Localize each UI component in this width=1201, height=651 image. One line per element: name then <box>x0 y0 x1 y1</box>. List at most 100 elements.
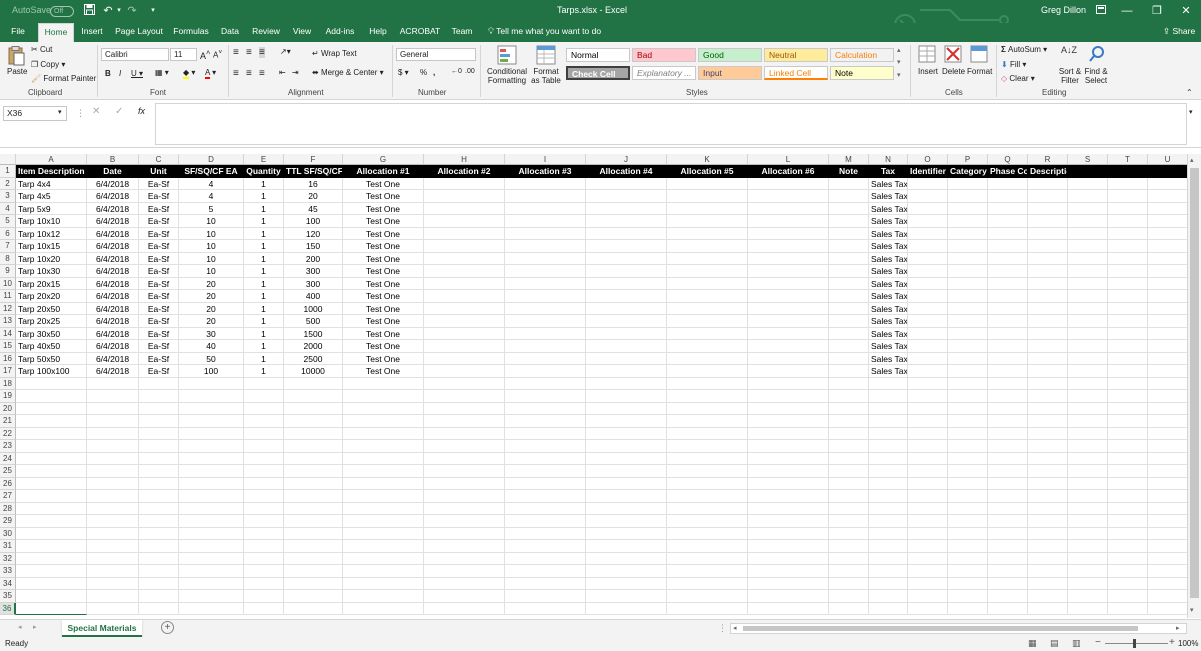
worksheet-grid[interactable]: A B C D E F G H I J K L M N O P Q R S T U 1 Item Description Da… <box>0 154 1187 618</box>
cell-m10[interactable] <box>829 277 869 290</box>
cell-f30[interactable] <box>284 527 343 540</box>
row-header-3[interactable]: 3 <box>0 190 16 203</box>
cell-g27[interactable] <box>343 490 424 503</box>
cell-i5[interactable] <box>505 215 586 228</box>
row-header-27[interactable]: 27 <box>0 490 16 503</box>
column-header-g[interactable]: G <box>343 154 424 165</box>
column-header-f[interactable]: F <box>284 154 343 165</box>
cell-a14[interactable]: Tarp 30x50 <box>16 327 87 340</box>
cell-g26[interactable] <box>343 477 424 490</box>
cell-a30[interactable] <box>16 527 87 540</box>
cell-m8[interactable] <box>829 252 869 265</box>
cell-f8[interactable]: 200 <box>284 252 343 265</box>
column-header-a[interactable]: A <box>16 154 87 165</box>
cell-q3[interactable] <box>988 190 1028 203</box>
tab-acrobat[interactable]: ACROBAT <box>398 23 442 42</box>
cell-o30[interactable] <box>908 527 948 540</box>
tab-view[interactable]: View <box>290 23 314 42</box>
cell-f6[interactable]: 120 <box>284 227 343 240</box>
cell-t29[interactable] <box>1108 515 1148 528</box>
cell-s19[interactable] <box>1068 390 1108 403</box>
row-header-20[interactable]: 20 <box>0 402 16 415</box>
cell-d8[interactable]: 10 <box>179 252 244 265</box>
cell-h15[interactable] <box>424 340 505 353</box>
cell-k12[interactable] <box>667 302 748 315</box>
cell-b33[interactable] <box>87 565 139 578</box>
cell-t6[interactable] <box>1108 227 1148 240</box>
cell-f2[interactable]: 16 <box>284 177 343 190</box>
cell-h28[interactable] <box>424 502 505 515</box>
cell-c10[interactable]: Ea-Sf <box>139 277 179 290</box>
cell-p32[interactable] <box>948 552 988 565</box>
cell-l14[interactable] <box>748 327 829 340</box>
cell-l34[interactable] <box>748 577 829 590</box>
cell-m32[interactable] <box>829 552 869 565</box>
cell-i22[interactable] <box>505 427 586 440</box>
cell-r7[interactable] <box>1028 240 1068 253</box>
cell-u30[interactable] <box>1148 528 1187 540</box>
cell-i24[interactable] <box>505 452 586 465</box>
cell-t31[interactable] <box>1108 540 1148 553</box>
cell-o8[interactable] <box>908 252 948 265</box>
cell-c29[interactable] <box>139 515 179 528</box>
cell-i13[interactable] <box>505 315 586 328</box>
cell-h30[interactable] <box>424 527 505 540</box>
cell-q14[interactable] <box>988 327 1028 340</box>
cell-i2[interactable] <box>505 177 586 190</box>
cell-m5[interactable] <box>829 215 869 228</box>
cell-i35[interactable] <box>505 590 586 603</box>
confirm-entry-icon[interactable]: ✓ <box>115 106 123 117</box>
cell-h33[interactable] <box>424 565 505 578</box>
cell-d25[interactable] <box>179 465 244 478</box>
row-header-35[interactable]: 35 <box>0 590 16 603</box>
cell-t13[interactable] <box>1108 315 1148 328</box>
cell-t8[interactable] <box>1108 252 1148 265</box>
cell-q12[interactable] <box>988 302 1028 315</box>
cell-f28[interactable] <box>284 502 343 515</box>
redo-icon[interactable]: ↷ <box>125 4 139 18</box>
align-right-icon[interactable]: ≡ <box>259 68 265 79</box>
cell-l11[interactable] <box>748 290 829 303</box>
cell-k31[interactable] <box>667 540 748 553</box>
cell-a5[interactable]: Tarp 10x10 <box>16 215 87 228</box>
cell-f21[interactable] <box>284 415 343 428</box>
cell-h6[interactable] <box>424 227 505 240</box>
cell-c2[interactable]: Ea-Sf <box>139 177 179 190</box>
cell-m18[interactable] <box>829 377 869 390</box>
cell-p12[interactable] <box>948 302 988 315</box>
scroll-down-icon[interactable]: ▾ <box>1190 606 1194 614</box>
cell-n34[interactable] <box>869 577 908 590</box>
close-icon[interactable]: ✕ <box>1171 2 1201 20</box>
cell-n11[interactable]: Sales Tax <box>869 290 908 303</box>
cell-t10[interactable] <box>1108 277 1148 290</box>
cell-e3[interactable]: 1 <box>244 190 284 203</box>
cell-h20[interactable] <box>424 402 505 415</box>
cell-a2[interactable]: Tarp 4x4 <box>16 177 87 190</box>
cell-l4[interactable] <box>748 202 829 215</box>
cell-i23[interactable] <box>505 440 586 453</box>
row-header-17[interactable]: 17 <box>0 365 16 378</box>
cell-q34[interactable] <box>988 577 1028 590</box>
cell-r36[interactable] <box>1028 602 1068 615</box>
cell-n31[interactable] <box>869 540 908 553</box>
format-cells-icon[interactable] <box>970 45 988 63</box>
paste-icon[interactable] <box>7 46 25 66</box>
cell-k26[interactable] <box>667 477 748 490</box>
cell-g18[interactable] <box>343 377 424 390</box>
cell-b5[interactable]: 6/4/2018 <box>87 215 139 228</box>
row-header-1[interactable]: 1 <box>0 165 16 178</box>
cell-n5[interactable]: Sales Tax <box>869 215 908 228</box>
cell-e15[interactable]: 1 <box>244 340 284 353</box>
cell-j19[interactable] <box>586 390 667 403</box>
cell-i19[interactable] <box>505 390 586 403</box>
cell-u28[interactable] <box>1148 503 1187 515</box>
cell-n27[interactable] <box>869 490 908 503</box>
cell-p30[interactable] <box>948 527 988 540</box>
cell-c18[interactable] <box>139 377 179 390</box>
cell-f23[interactable] <box>284 440 343 453</box>
cell-r5[interactable] <box>1028 215 1068 228</box>
cell-o31[interactable] <box>908 540 948 553</box>
cell-a20[interactable] <box>16 402 87 415</box>
row-header-10[interactable]: 10 <box>0 277 16 290</box>
cell-s13[interactable] <box>1068 315 1108 328</box>
